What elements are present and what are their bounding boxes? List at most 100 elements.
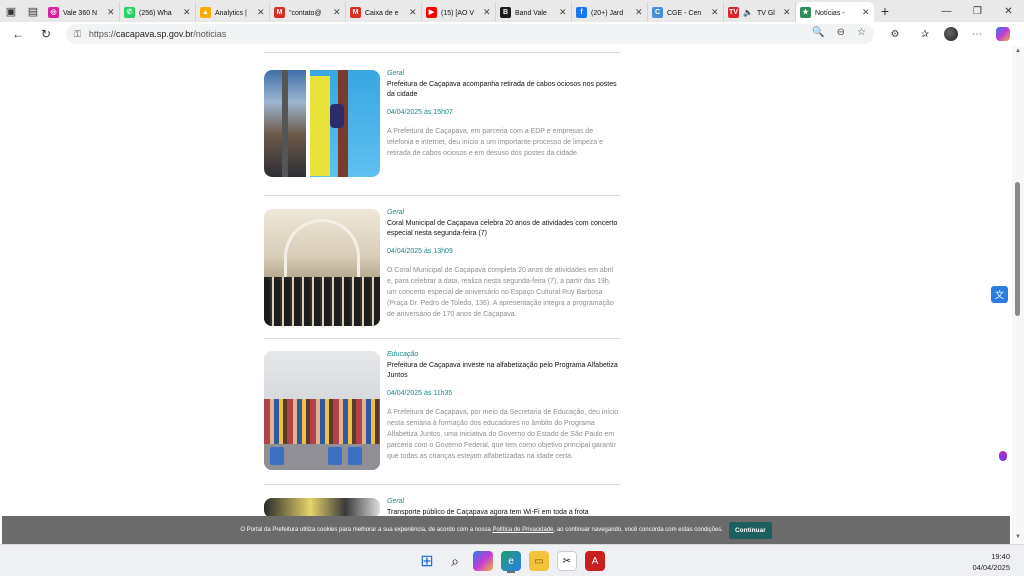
cge-icon: C [652,6,663,18]
close-tab-icon[interactable]: ✕ [183,7,191,18]
news-item[interactable]: Geral Prefeitura de Caçapava acompanha r… [264,70,620,180]
news-image-cables[interactable] [264,70,380,177]
window-controls: — ❐ ✕ [931,0,1024,22]
url-path: /noticias [193,29,227,39]
workspaces-icon[interactable]: ▣ [0,0,22,22]
close-tab-icon[interactable]: ✕ [257,7,265,18]
speaker-icon[interactable]: 🔈 [743,8,753,17]
news-title[interactable]: Prefeitura de Caçapava investe na alfabe… [387,361,620,381]
close-tab-icon[interactable]: ✕ [333,7,341,18]
gmail-icon: M [274,6,285,18]
whatsapp-icon: ✆ [124,6,135,18]
tab-tv-globo[interactable]: TV 🔈 TV Gl ✕ [724,2,796,22]
profile-avatar[interactable] [944,27,958,41]
divider [264,52,620,53]
close-tab-icon[interactable]: ✕ [483,7,491,18]
capcut-icon[interactable]: ✂ [557,551,577,571]
close-tab-icon[interactable]: ✕ [862,7,870,18]
news-image-educators[interactable] [264,351,380,470]
minimize-icon[interactable]: — [931,0,962,22]
search-icon[interactable]: ⌕ [445,551,465,571]
extensions-icon[interactable]: ⚙ [884,24,906,44]
privacy-policy-link[interactable]: Política de Privacidade [492,527,553,533]
cookie-banner: O Portal da Prefeitura utiliza cookies p… [2,516,1010,544]
tab-whatsapp[interactable]: ✆ (256) Wha ✕ [120,2,196,22]
close-tab-icon[interactable]: ✕ [559,7,567,18]
close-tab-icon[interactable]: ✕ [409,7,417,18]
news-image-bus[interactable] [264,498,380,518]
divider [264,338,620,339]
windows-start-icon[interactable]: ⊞ [417,551,437,571]
page-scrollbar[interactable]: ▲ ▼ [1012,46,1024,544]
restore-icon[interactable]: ❐ [962,0,993,22]
facebook-icon: f [576,6,587,18]
close-tab-icon[interactable]: ✕ [107,7,115,18]
scrollbar-thumb[interactable] [1015,182,1020,316]
clock-date: 04/04/2025 [972,563,1010,572]
acrobat-icon[interactable]: A [585,551,605,571]
gmail-icon: M [350,6,361,18]
news-title[interactable]: Prefeitura de Caçapava acompanha retirad… [387,80,620,100]
scroll-down-icon[interactable]: ▼ [1015,534,1021,540]
zoom-icon[interactable]: 🔍 [812,27,824,38]
reload-icon[interactable]: ↻ [32,22,60,46]
new-tab-button[interactable]: + [874,0,896,22]
cacapava-crest-icon: ★ [800,6,811,18]
news-date: 04/04/2025 às 11h35 [387,390,453,397]
close-tab-icon[interactable]: ✕ [783,7,791,18]
news-description: A Prefeitura de Caçapava, em parceria co… [387,128,603,157]
close-tab-icon[interactable]: ✕ [711,7,719,18]
tab-gmail-contato[interactable]: M "contato@ ✕ [270,2,346,22]
news-date: 04/04/2025 às 13h09 [387,248,453,255]
tab-instagram[interactable]: ◎ Vale 360 N ✕ [44,2,120,22]
copilot-icon[interactable] [996,27,1010,41]
browser-toolbar: ← ↻ ⚿ https://cacapava.sp.gov.br/noticia… [0,22,1024,46]
close-window-icon[interactable]: ✕ [993,0,1024,22]
scroll-up-icon[interactable]: ▲ [1015,48,1021,54]
address-bar[interactable]: ⚿ https://cacapava.sp.gov.br/noticias 🔍 … [66,24,874,44]
news-category[interactable]: Geral [387,498,620,505]
vertical-tabs-icon[interactable]: ▤ [22,0,44,22]
news-category[interactable]: Educação [387,351,620,358]
site-info-icon[interactable]: ⚿ [74,29,81,40]
tab-noticias[interactable]: ★ Notícias - ✕ [796,2,874,22]
back-icon[interactable]: ← [4,22,32,46]
analytics-icon: ▲ [200,6,211,18]
file-explorer-icon[interactable]: ▭ [529,551,549,571]
youtube-icon: ▶ [426,6,437,18]
news-title[interactable]: Coral Municipal de Caçapava celebra 20 a… [387,219,620,239]
news-description: O Coral Municipal de Caçapava completa 2… [387,267,614,318]
instagram-icon: ◎ [48,6,59,18]
news-item[interactable]: Geral Coral Municipal de Caçapava celebr… [264,209,620,329]
copilot-taskbar-icon[interactable] [473,551,493,571]
tab-cge[interactable]: C CGE - Cen ✕ [648,2,724,22]
favorite-star-icon[interactable]: ☆ [857,27,866,38]
cookie-text: O Portal da Prefeitura utiliza cookies p… [240,527,723,533]
favorites-icon[interactable]: ✰ [914,24,936,44]
url-host: cacapava.sp.gov.br [115,29,194,39]
tab-list: ◎ Vale 360 N ✕ ✆ (256) Wha ✕ ▲ Analytics… [44,0,896,22]
edge-icon[interactable]: e [501,551,521,571]
continue-button[interactable]: Continuar [728,521,772,539]
tab-analytics[interactable]: ▲ Analytics | ✕ [196,2,270,22]
tab-facebook[interactable]: f (20+) Jard ✕ [572,2,648,22]
tv-globo-icon: TV [728,6,739,18]
news-date: 04/04/2025 às 15h07 [387,109,453,116]
tab-youtube[interactable]: ▶ (15) [AO V ✕ [422,2,496,22]
news-category[interactable]: Geral [387,209,620,216]
close-tab-icon[interactable]: ✕ [635,7,643,18]
reader-icon[interactable]: ⊖ [837,27,845,38]
news-description: A Prefeitura de Caçapava, por meio da Se… [387,409,619,460]
translate-icon[interactable]: 文 [991,286,1008,303]
news-item[interactable]: Educação Prefeitura de Caçapava investe … [264,351,620,473]
tab-gmail-caixa[interactable]: M Caixa de e ✕ [346,2,422,22]
tab-band-vale[interactable]: B Band Vale ✕ [496,2,572,22]
tab-strip: ▣ ▤ ◎ Vale 360 N ✕ ✆ (256) Wha ✕ ▲ Analy… [0,0,1024,22]
assistant-icon[interactable] [999,451,1007,461]
page-content: Geral Prefeitura de Caçapava acompanha r… [0,46,1012,544]
system-clock[interactable]: 19:40 04/04/2025 [972,551,1010,573]
more-menu-icon[interactable]: ⋯ [966,24,988,44]
url-scheme: https:// [88,29,116,39]
news-image-choir[interactable] [264,209,380,326]
news-category[interactable]: Geral [387,70,620,77]
